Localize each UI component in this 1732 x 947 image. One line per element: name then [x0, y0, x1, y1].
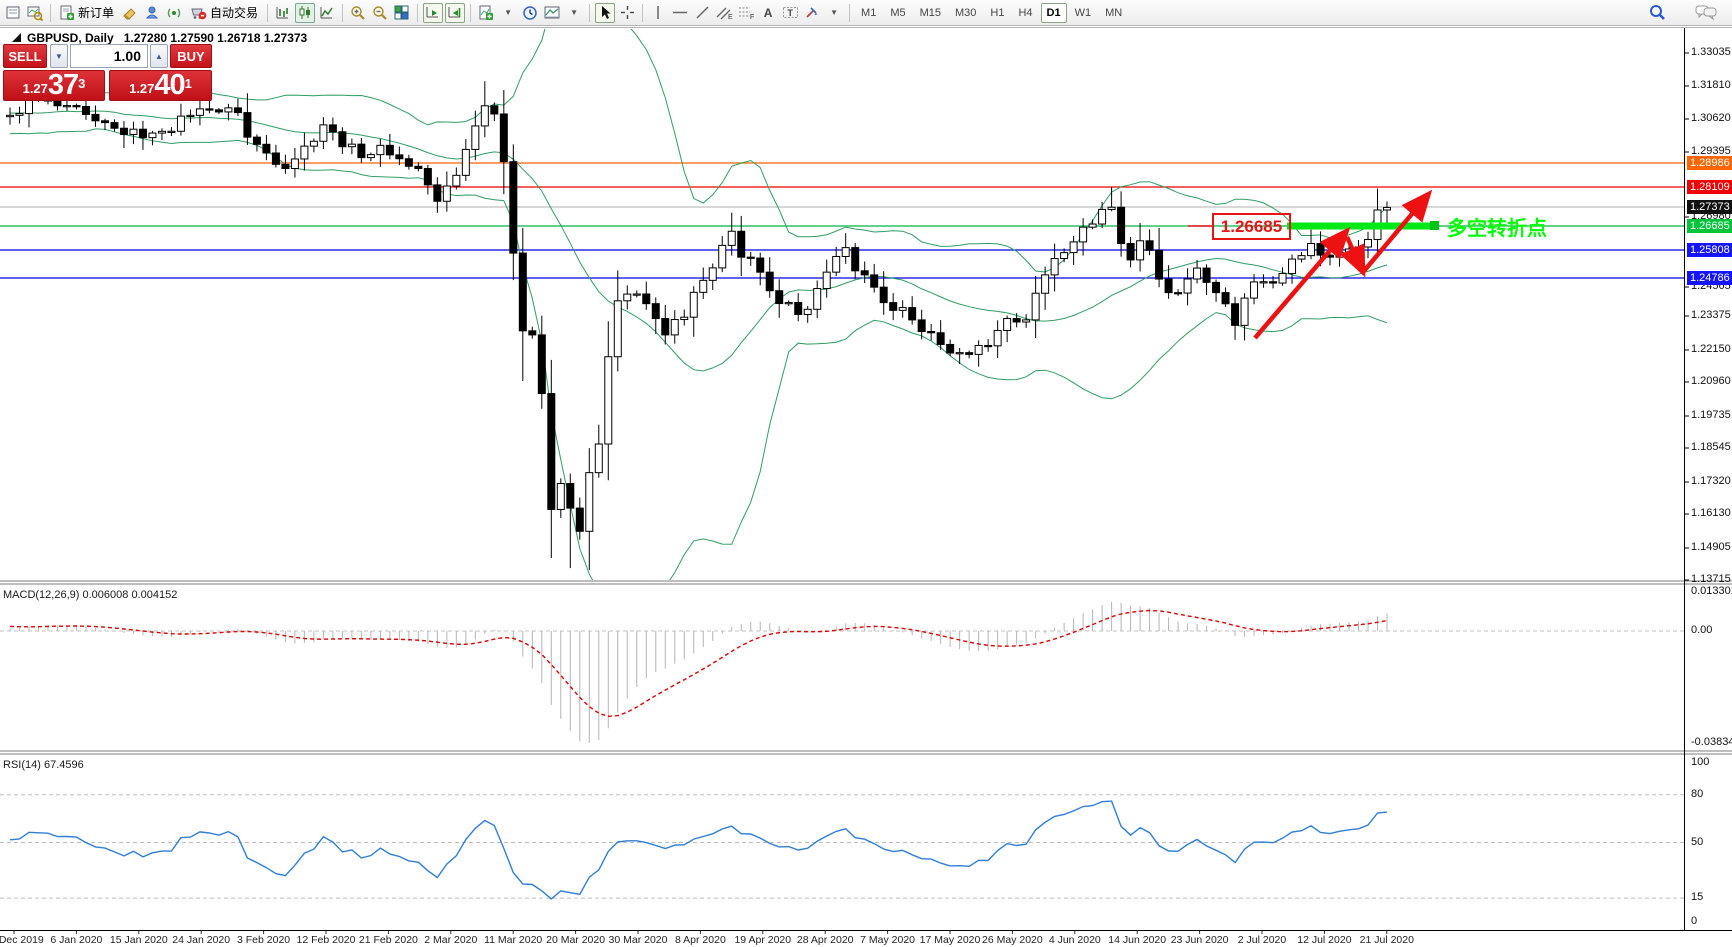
date-label-21: 12 Jul 2020 [1288, 934, 1360, 946]
thick-green-trendline[interactable] [1287, 223, 1437, 230]
volume-value: 1.00 [114, 48, 141, 64]
chart-ohlc-values: 1.27280 1.27590 1.26718 1.27373 [124, 31, 308, 45]
price-badge-1.28109: 1.28109 [1687, 180, 1732, 194]
date-label-3: 24 Jan 2020 [165, 934, 237, 946]
rsi-tick-0: 0 [1691, 915, 1697, 927]
price-tick-1.18545: 1.18545 [1691, 441, 1731, 453]
macd-signal-value: 0.004152 [131, 589, 177, 601]
sell-button[interactable]: SELL [3, 44, 47, 68]
chart-canvas [0, 0, 1732, 947]
date-label-9: 20 Mar 2020 [540, 934, 612, 946]
macd-label: MACD(12,26,9) 0.006008 0.004152 [3, 589, 177, 601]
spinner-up-icon: ▲ [155, 52, 163, 61]
rsi-label: RSI(14) 67.4596 [3, 759, 84, 771]
mt4-window: 新订单 自动交易 ▼ [0, 0, 1732, 947]
volume-input[interactable]: 1.00 [70, 44, 148, 68]
price-badge-1.28986: 1.28986 [1687, 156, 1732, 170]
price-tick-1.16130: 1.16130 [1691, 507, 1731, 519]
date-label-5: 12 Feb 2020 [290, 934, 362, 946]
sell-price-box[interactable]: 1.27373 [3, 70, 105, 101]
rsi-tick-15: 15 [1691, 891, 1703, 903]
buy-price-big: 40 [154, 72, 184, 99]
price-tick-1.30620: 1.30620 [1691, 112, 1731, 124]
price-tick-1.22150: 1.22150 [1691, 343, 1731, 355]
date-label-20: 2 Jul 2020 [1226, 934, 1298, 946]
date-label-7: 2 Mar 2020 [415, 934, 487, 946]
date-label-1: 6 Jan 2020 [40, 934, 112, 946]
macd-main-value: 0.006008 [82, 589, 128, 601]
macd-tick--0.038343: -0.038343 [1691, 736, 1732, 748]
rsi-tick-50: 50 [1691, 836, 1703, 848]
date-label-18: 14 Jun 2020 [1101, 934, 1173, 946]
date-label-13: 28 Apr 2020 [789, 934, 861, 946]
sell-price-prefix: 1.27 [23, 79, 48, 99]
sell-price-big: 37 [48, 72, 78, 99]
volume-down-button[interactable]: ▼ [50, 44, 68, 68]
date-label-17: 4 Jun 2020 [1039, 934, 1111, 946]
date-label-10: 30 Mar 2020 [602, 934, 674, 946]
trendline-handle[interactable] [1430, 221, 1439, 230]
buy-label: BUY [177, 49, 204, 64]
buy-price-sup: 1 [185, 69, 192, 99]
price-tick-1.14905: 1.14905 [1691, 541, 1731, 553]
macd-plot-area[interactable] [0, 586, 1684, 749]
rsi-tick-80: 80 [1691, 788, 1703, 800]
chart-window-icon [12, 33, 23, 43]
price-tick-1.13715: 1.13715 [1691, 573, 1731, 585]
date-label-11: 8 Apr 2020 [664, 934, 736, 946]
buy-price-box[interactable]: 1.27401 [109, 70, 212, 101]
price-badge-1.24786: 1.24786 [1687, 271, 1732, 285]
price-tick-1.31810: 1.31810 [1691, 79, 1731, 91]
chart-symbol-period: GBPUSD, Daily [27, 31, 114, 45]
date-label-6: 21 Feb 2020 [352, 934, 424, 946]
price-badge-1.25808: 1.25808 [1687, 243, 1732, 257]
date-label-15: 17 May 2020 [914, 934, 986, 946]
rsi-tick-100: 100 [1691, 756, 1709, 768]
price-badge-1.26685: 1.26685 [1687, 219, 1732, 233]
buy-price-prefix: 1.27 [129, 79, 154, 99]
macd-tick-0.00: 0.00 [1691, 624, 1712, 636]
sell-price-sup: 3 [78, 69, 85, 99]
date-label-16: 26 May 2020 [976, 934, 1048, 946]
turning-point-text[interactable]: 多空转折点 [1447, 212, 1547, 241]
buy-button[interactable]: BUY [170, 44, 212, 68]
macd-name: MACD(12,26,9) [3, 589, 79, 601]
main-plot-area[interactable] [0, 29, 1684, 580]
macd-tick-0.013301: 0.013301 [1691, 585, 1732, 597]
date-label-19: 23 Jun 2020 [1164, 934, 1236, 946]
support-level-label[interactable]: 1.26685 [1212, 213, 1291, 240]
price-tick-1.19735: 1.19735 [1691, 409, 1731, 421]
date-label-12: 19 Apr 2020 [727, 934, 799, 946]
date-label-2: 15 Jan 2020 [103, 934, 175, 946]
rsi-name: RSI(14) [3, 759, 41, 771]
price-tick-1.23375: 1.23375 [1691, 309, 1731, 321]
price-tick-1.20960: 1.20960 [1691, 375, 1731, 387]
price-tick-1.17320: 1.17320 [1691, 475, 1731, 487]
chart-title: GBPUSD, Daily 1.27280 1.27590 1.26718 1.… [12, 31, 307, 45]
date-label-22: 21 Jul 2020 [1351, 934, 1423, 946]
date-label-8: 11 Mar 2020 [477, 934, 549, 946]
sell-label: SELL [8, 49, 41, 64]
price-tick-1.33035: 1.33035 [1691, 46, 1731, 58]
date-label-4: 3 Feb 2020 [228, 934, 300, 946]
rsi-value: 67.4596 [44, 759, 84, 771]
spinner-down-icon: ▼ [55, 52, 63, 61]
price-badge-1.27373: 1.27373 [1687, 200, 1732, 214]
date-label-14: 7 May 2020 [852, 934, 924, 946]
volume-up-button[interactable]: ▲ [150, 44, 168, 68]
